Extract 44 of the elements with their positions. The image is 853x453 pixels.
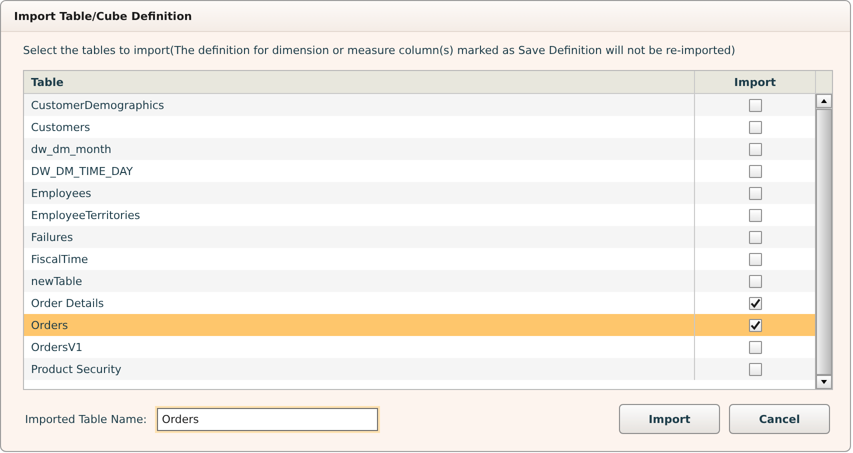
table-name-cell: OrdersV1 xyxy=(31,340,83,354)
import-checkbox[interactable] xyxy=(748,186,762,200)
table-name-field[interactable]: Orders xyxy=(156,408,378,430)
table-row[interactable]: Failures xyxy=(24,226,815,248)
dialog-button[interactable]: Cancel xyxy=(729,404,830,434)
table-row[interactable]: Orders xyxy=(24,314,815,336)
import-checkbox[interactable] xyxy=(748,164,762,178)
dialog-button[interactable]: Import xyxy=(619,404,720,434)
import-checkbox[interactable] xyxy=(748,98,762,112)
scroll-down-icon[interactable] xyxy=(816,375,832,389)
table-name-cell: Failures xyxy=(31,230,73,244)
import-checkbox[interactable] xyxy=(748,252,762,266)
table-name-cell: DW_DM_TIME_DAY xyxy=(31,164,133,178)
table-row[interactable]: dw_dm_month xyxy=(24,138,815,160)
import-checkbox[interactable] xyxy=(748,208,762,222)
import-checkbox[interactable] xyxy=(748,340,762,354)
dialog-title: Import Table/Cube Definition xyxy=(14,10,192,22)
column-header: Import xyxy=(734,76,776,88)
table-name-cell: FiscalTime xyxy=(31,252,88,266)
table-name-cell: EmployeeTerritories xyxy=(31,208,140,222)
import-checkbox[interactable] xyxy=(748,120,762,134)
table-name-cell: Employees xyxy=(31,186,92,200)
instruction-text: Select the tables to import(The definition for dimension or measure column(s) marked as Save Definition will not be re-imported) xyxy=(23,44,736,58)
table-name-cell: Order Details xyxy=(31,296,104,310)
scrollbar[interactable] xyxy=(815,94,832,389)
table-name-cell: Product Security xyxy=(31,362,122,376)
import-checkbox[interactable] xyxy=(748,296,762,310)
import-checkbox[interactable] xyxy=(748,318,762,332)
import-checkbox[interactable] xyxy=(748,142,762,156)
table-row[interactable]: CustomerDemographics xyxy=(24,94,815,116)
table-row[interactable]: Product Security xyxy=(24,358,815,380)
import-checkbox[interactable] xyxy=(748,362,762,376)
table-name-cell: dw_dm_month xyxy=(31,142,112,156)
table-name-cell: Customers xyxy=(31,120,90,134)
field-label: Imported Table Name: xyxy=(25,412,147,426)
import-checkbox[interactable] xyxy=(748,274,762,288)
import-checkbox[interactable] xyxy=(748,230,762,244)
table-name-cell: Orders xyxy=(31,318,68,332)
scroll-up-icon[interactable] xyxy=(816,94,832,108)
table-name-cell: newTable xyxy=(31,274,82,288)
table-row[interactable]: newTable xyxy=(24,270,815,292)
column-header: Table xyxy=(31,76,64,88)
table-row[interactable]: Employees xyxy=(24,182,815,204)
table-name-cell: CustomerDemographics xyxy=(31,98,164,112)
